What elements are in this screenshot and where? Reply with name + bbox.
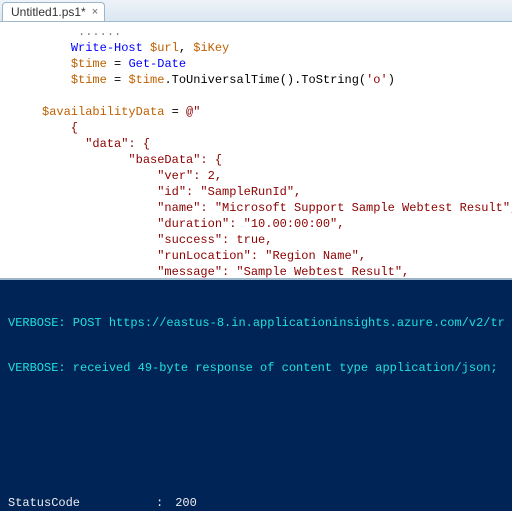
code-line[interactable]: 10 { (0, 120, 512, 136)
output-console[interactable]: VERBOSE: POST https://eastus-8.in.applic… (0, 280, 512, 511)
code-text[interactable]: Write-Host $url, $iKey (42, 40, 512, 56)
colon: : (156, 496, 168, 511)
code-line[interactable]: 6 $time = Get-Date (0, 56, 512, 72)
code-line[interactable]: 13 "ver": 2, (0, 168, 512, 184)
code-text[interactable]: "baseData": { (42, 152, 512, 168)
code-text[interactable]: ...... (42, 24, 512, 40)
code-line[interactable]: 14 "id": "SampleRunId", (0, 184, 512, 200)
code-text[interactable]: "success": true, (42, 232, 512, 248)
code-line[interactable]: 12 "baseData": { (0, 152, 512, 168)
code-text[interactable]: "duration": "10.00:00:00", (42, 216, 512, 232)
code-line[interactable]: 17 "success": true, (0, 232, 512, 248)
code-line[interactable]: 19 "message": "Sample Webtest Result", (0, 264, 512, 280)
code-line[interactable]: 9⊟$availabilityData = @" (0, 104, 512, 120)
code-text[interactable]: "id": "SampleRunId", (42, 184, 512, 200)
code-line[interactable]: 18 "runLocation": "Region Name", (0, 248, 512, 264)
code-line[interactable]: 7 $time = $time.ToUniversalTime().ToStri… (0, 72, 512, 88)
code-text[interactable] (42, 88, 512, 104)
code-line[interactable]: 4 ...... (0, 24, 512, 40)
code-line[interactable]: 8 (0, 88, 512, 104)
output-row: StatusCode: 200 (8, 496, 508, 511)
code-line[interactable]: 15 "name": "Microsoft Support Sample Web… (0, 200, 512, 216)
tab-bar: Untitled1.ps1* × (0, 0, 512, 22)
code-line[interactable]: 16 "duration": "10.00:00:00", (0, 216, 512, 232)
tab-title: Untitled1.ps1* (11, 5, 86, 19)
script-editor[interactable]: 4 ......5 Write-Host $url, $iKey6 $time … (0, 22, 512, 280)
file-tab[interactable]: Untitled1.ps1* × (2, 2, 105, 21)
code-line[interactable]: 5 Write-Host $url, $iKey (0, 40, 512, 56)
verbose-line: VERBOSE: received 49-byte response of co… (8, 361, 508, 376)
code-text[interactable]: "data": { (42, 136, 512, 152)
code-text[interactable]: $availabilityData = @" (42, 104, 512, 120)
code-text[interactable]: "ver": 2, (42, 168, 512, 184)
code-text[interactable]: $time = Get-Date (42, 56, 512, 72)
verbose-line: VERBOSE: POST https://eastus-8.in.applic… (8, 316, 508, 331)
code-text[interactable]: { (42, 120, 512, 136)
close-icon[interactable]: × (92, 7, 98, 18)
code-text[interactable]: "message": "Sample Webtest Result", (42, 264, 512, 280)
output-label: StatusCode (8, 496, 156, 511)
code-text[interactable]: "runLocation": "Region Name", (42, 248, 512, 264)
output-value: 200 (168, 496, 508, 511)
code-text[interactable]: "name": "Microsoft Support Sample Webtes… (42, 200, 512, 216)
code-line[interactable]: 11 "data": { (0, 136, 512, 152)
code-text[interactable]: $time = $time.ToUniversalTime().ToString… (42, 72, 512, 88)
